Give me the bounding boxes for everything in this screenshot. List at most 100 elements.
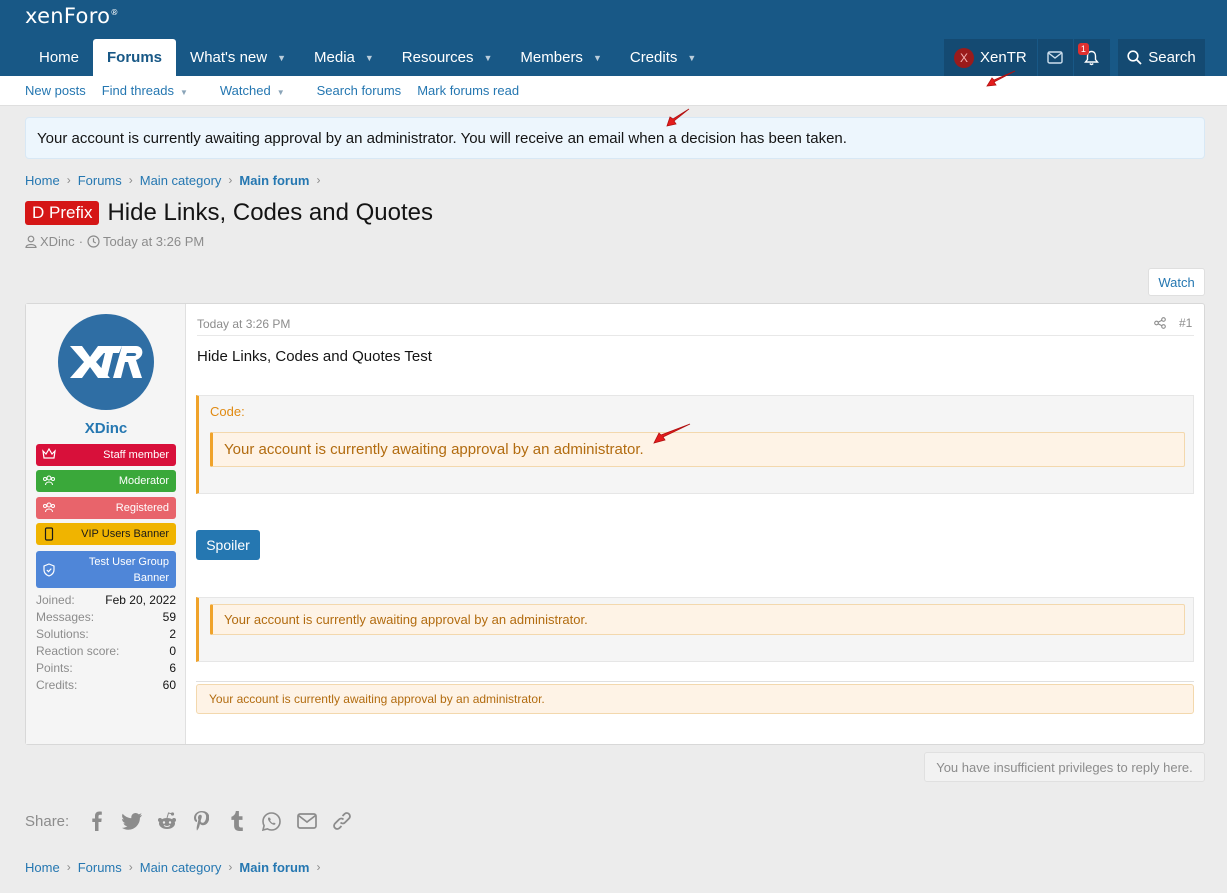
share-icon[interactable]: [1154, 317, 1166, 329]
breadcrumb-item[interactable]: Main category: [140, 860, 222, 875]
link-icon[interactable]: [324, 808, 359, 834]
breadcrumb-item[interactable]: Home: [25, 860, 60, 875]
site-logo[interactable]: xenForo®: [25, 4, 119, 28]
chevron-right-icon: ›: [66, 860, 71, 874]
nav-tab-resources[interactable]: Resources ▼: [388, 39, 507, 76]
subnav-mark-forums-read[interactable]: Mark forums read: [417, 83, 519, 98]
chevron-down-icon[interactable]: ▼: [180, 88, 188, 97]
subnav-find-threads[interactable]: Find threads ▼: [102, 83, 204, 98]
post-number[interactable]: #1: [1179, 316, 1192, 330]
user-stat-row: Joined: Feb 20, 2022: [36, 593, 176, 607]
user-stat-row: Solutions: 2: [36, 627, 176, 641]
shield-icon: [42, 562, 56, 577]
spoiler-button[interactable]: Spoiler: [196, 530, 260, 560]
user-stat-row: Credits: 60: [36, 678, 176, 692]
post-username[interactable]: XDinc: [26, 420, 186, 437]
chevron-right-icon: ›: [128, 860, 133, 874]
alerts-button[interactable]: 1: [1074, 39, 1110, 76]
alerts-badge: 1: [1077, 43, 1089, 55]
chevron-right-icon: ›: [228, 173, 233, 187]
user-stat-row: Points: 6: [36, 661, 176, 675]
code-block: Code: Your account is currently awaiting…: [196, 395, 1194, 494]
pinterest-icon[interactable]: [184, 808, 219, 834]
search-icon: [1127, 50, 1142, 65]
user-stat-row: Messages: 59: [36, 610, 176, 624]
whatsapp-icon[interactable]: [254, 808, 289, 834]
crown-icon: [42, 447, 56, 462]
meta-separator: ·: [78, 234, 84, 249]
approval-notice: Your account is currently awaiting appro…: [25, 117, 1205, 159]
hidden-content-notice: Your account is currently awaiting appro…: [196, 684, 1194, 714]
breadcrumb: Home › Forums › Main category › Main forum ›: [25, 170, 327, 190]
breadcrumb-item[interactable]: Home: [25, 173, 60, 188]
nav-tab-what-s-new[interactable]: What's new ▼: [176, 39, 300, 76]
code-content: Your account is currently awaiting appro…: [210, 432, 1185, 467]
inbox-button[interactable]: [1038, 39, 1074, 76]
subnav-search-forums[interactable]: Search forums: [317, 83, 402, 98]
user-icon: [25, 235, 37, 248]
chevron-right-icon: ›: [316, 173, 321, 187]
users-icon: [42, 474, 56, 488]
no-reply-notice: You have insufficient privileges to repl…: [924, 752, 1205, 782]
chevron-down-icon[interactable]: ▼: [365, 53, 374, 63]
chevron-right-icon: ›: [66, 173, 71, 187]
user-banner-vip-users-banner: VIP Users Banner: [36, 523, 176, 545]
thread-prefix[interactable]: D Prefix: [25, 201, 100, 225]
nav-tab-home[interactable]: Home: [25, 39, 93, 76]
twitter-icon[interactable]: [114, 808, 149, 834]
thread-author[interactable]: XDinc: [40, 234, 75, 249]
mobile-icon: [42, 527, 56, 541]
user-avatar-large[interactable]: [58, 314, 154, 410]
hidden-quote-content: Your account is currently awaiting appro…: [210, 604, 1185, 635]
chevron-down-icon[interactable]: ▼: [593, 53, 602, 63]
user-stat-row: Reaction score: 0: [36, 644, 176, 658]
main-nav: Home Forums What's new ▼ Media ▼ Resources ▼ Mem…: [25, 39, 710, 76]
nav-tab-members[interactable]: Members ▼: [506, 39, 615, 76]
chevron-right-icon: ›: [128, 173, 133, 187]
email-icon[interactable]: [289, 808, 324, 834]
xtr-logo-icon: [70, 346, 143, 378]
nav-tab-credits[interactable]: Credits ▼: [616, 39, 710, 76]
subnav-watched[interactable]: Watched ▼: [220, 83, 301, 98]
tumblr-icon[interactable]: [219, 808, 254, 834]
nav-tab-forums[interactable]: Forums: [93, 39, 177, 76]
hidden-quote-block: Your account is currently awaiting appro…: [196, 597, 1194, 662]
post-user-cell: XDinc Staff member Moderator Registered VIP…: [26, 304, 186, 744]
sub-nav: New posts Find threads ▼ Watched ▼ Search for…: [0, 76, 1227, 106]
chevron-right-icon: ›: [316, 860, 321, 874]
user-banner-test-user-group-banner: Test User Group Banner: [36, 551, 176, 588]
chevron-down-icon[interactable]: ▼: [277, 88, 285, 97]
chevron-right-icon: ›: [228, 860, 233, 874]
breadcrumb-item[interactable]: Main category: [140, 173, 222, 188]
thread-meta: XDinc · Today at 3:26 PM: [25, 234, 204, 249]
facebook-icon[interactable]: [79, 808, 114, 834]
envelope-icon: [1047, 51, 1063, 64]
chevron-down-icon[interactable]: ▼: [277, 53, 286, 63]
breadcrumb-item[interactable]: Forums: [78, 860, 122, 875]
post-body-text: Hide Links, Codes and Quotes Test: [197, 348, 432, 365]
chevron-down-icon[interactable]: ▼: [484, 53, 493, 63]
annotation-arrow-icon: [653, 423, 691, 444]
subnav-new-posts[interactable]: New posts: [25, 83, 86, 98]
watch-button[interactable]: Watch: [1148, 268, 1205, 296]
breadcrumb-item[interactable]: Forums: [78, 173, 122, 188]
chevron-down-icon[interactable]: ▼: [687, 53, 696, 63]
thread-date[interactable]: Today at 3:26 PM: [103, 234, 204, 249]
user-banner-moderator: Moderator: [36, 470, 176, 492]
share-bar: Share:: [25, 808, 359, 834]
nav-tab-media[interactable]: Media ▼: [300, 39, 388, 76]
user-stats: Joined: Feb 20, 2022 Messages: 59 Solutions:…: [36, 593, 176, 695]
breadcrumb-item[interactable]: Main forum: [239, 860, 309, 875]
reddit-icon[interactable]: [149, 808, 184, 834]
post-date[interactable]: Today at 3:26 PM: [197, 317, 290, 331]
user-avatar: X: [954, 47, 974, 68]
share-label: Share:: [25, 812, 70, 830]
breadcrumb-bottom: Home › Forums › Main category › Main forum ›: [25, 857, 327, 877]
site-header: xenForo® Home Forums What's new ▼ Media ▼ Reso…: [0, 0, 1227, 76]
thread-header: D Prefix Hide Links, Codes and Quotes: [25, 199, 433, 227]
breadcrumb-item[interactable]: Main forum: [239, 173, 309, 188]
user-banner-registered: Registered: [36, 497, 176, 519]
post-divider: [197, 335, 1194, 336]
search-button[interactable]: Search: [1118, 39, 1205, 76]
annotation-arrow-icon: [986, 70, 1016, 87]
